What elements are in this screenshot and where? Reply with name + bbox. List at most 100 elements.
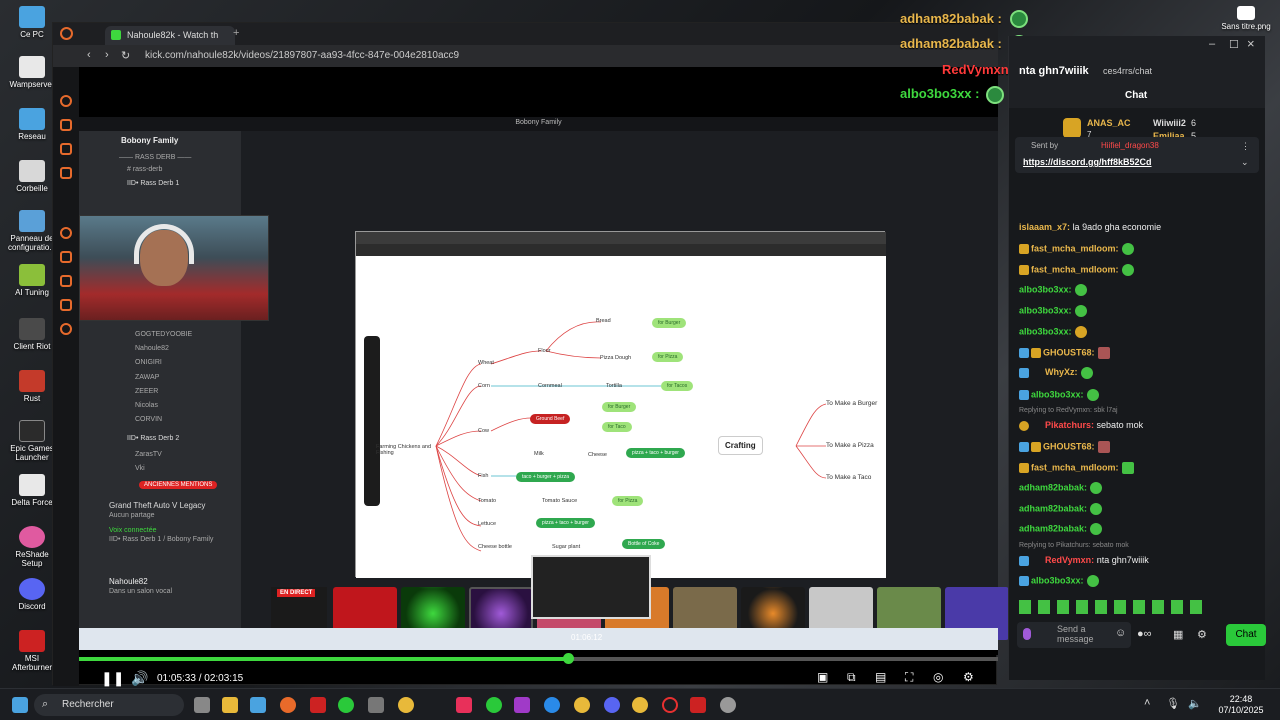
music-icon[interactable]	[456, 697, 472, 713]
desktop-icon-riot[interactable]: Client Riot	[6, 318, 58, 351]
desktop-icon-control-panel[interactable]: Panneau de configuratio...	[6, 210, 58, 252]
chrome-icon[interactable]	[398, 697, 414, 713]
pinboard-icon[interactable]	[60, 143, 72, 155]
app-icon[interactable]	[690, 697, 706, 713]
chevron-down-icon[interactable]: ⌄	[1241, 157, 1249, 168]
firefox-icon[interactable]	[280, 697, 296, 713]
more-icon[interactable]: ⋮	[1241, 141, 1250, 152]
chat-username[interactable]: WhyXz:	[1045, 367, 1078, 377]
progress-knob[interactable]	[562, 653, 574, 664]
chat-input[interactable]: Send a message ☺	[1017, 622, 1131, 648]
discord-taskbar-icon[interactable]	[604, 697, 620, 713]
player-icon[interactable]	[60, 227, 72, 239]
file-explorer-icon[interactable]	[222, 697, 238, 713]
opera-taskbar-icon[interactable]	[662, 697, 678, 713]
gift-icon[interactable]: ▦	[1173, 628, 1183, 641]
drawing-toolbar[interactable]	[364, 336, 380, 506]
desktop-icon-ai-tuning[interactable]: AI Tuning	[6, 264, 58, 297]
settings-gear-icon[interactable]: ⚙	[963, 670, 974, 684]
spotify-icon[interactable]	[486, 697, 502, 713]
desktop-icon-this-pc[interactable]: Ce PC	[6, 6, 58, 39]
chat-username[interactable]: fast_mcha_mdloom:	[1031, 264, 1119, 274]
mic-icon[interactable]	[1023, 628, 1031, 640]
fullscreen-icon[interactable]: ⛶	[905, 670, 913, 685]
taskbar-search[interactable]: ⌕ Rechercher	[34, 694, 184, 716]
wallet-icon[interactable]	[60, 119, 72, 131]
discord-voice-channel[interactable]: IID• Rass Derb 2	[127, 435, 179, 442]
opera-icon[interactable]	[60, 27, 73, 40]
chat-settings-icon[interactable]: ⚙	[1197, 628, 1207, 641]
desktop-icon-delta-force[interactable]: Delta Force	[6, 474, 58, 507]
app-icon[interactable]	[544, 697, 560, 713]
discord-channel[interactable]: # rass-derb	[127, 166, 162, 173]
start-icon[interactable]	[12, 697, 28, 713]
onenote-icon[interactable]	[514, 697, 530, 713]
chat-send-button[interactable]: Chat	[1226, 624, 1266, 646]
speaker-icon[interactable]: 🔈	[1188, 697, 1202, 710]
pinned-link[interactable]: https://discord.gg/hff8kB52Cd	[1023, 157, 1152, 167]
aria-icon[interactable]	[60, 95, 72, 107]
emote-bar[interactable]	[1019, 600, 1209, 614]
emoji-icon[interactable]: ☺	[1115, 627, 1126, 639]
pinned-message[interactable]: Sent by Hiifiel_dragon38 https://discord…	[1015, 137, 1259, 173]
chat-username[interactable]: albo3bo3xx:	[1031, 575, 1084, 585]
discord-voice-channel[interactable]: IID• Rass Derb 1	[127, 180, 179, 187]
app-icon[interactable]	[720, 697, 736, 713]
back-icon[interactable]: ‹	[87, 49, 91, 61]
chat-username[interactable]: RedVymxn:	[1045, 555, 1094, 565]
store-icon[interactable]	[250, 697, 266, 713]
pause-icon[interactable]: ❚❚	[101, 670, 124, 687]
chat-username[interactable]: adham82babak:	[1019, 523, 1087, 533]
tab-kick[interactable]: Nahoule82k - Watch th	[105, 26, 235, 45]
new-tab-icon[interactable]: +	[233, 27, 239, 39]
desktop-icon-reshade[interactable]: ReShade Setup	[6, 526, 58, 568]
clock[interactable]: 22:48 07/10/2025	[1210, 694, 1272, 716]
progress-bar[interactable]	[79, 653, 998, 664]
chevron-up-icon[interactable]: ˄	[1144, 697, 1150, 709]
desktop-icon-msi[interactable]: MSI Afterburner	[6, 630, 58, 672]
history-icon[interactable]	[60, 251, 72, 263]
chat-url[interactable]: ces4rrs/chat	[1103, 66, 1152, 76]
chat-username[interactable]: GHOUST68:	[1043, 441, 1095, 451]
desktop-icon-recycle-bin[interactable]: Corbeille	[6, 160, 58, 193]
theatre-icon[interactable]: ▣	[817, 670, 828, 684]
chat-username[interactable]: albo3bo3xx:	[1019, 305, 1072, 315]
chat-username[interactable]: Pikatchurs:	[1045, 420, 1094, 430]
chat-username[interactable]: albo3bo3xx:	[1031, 389, 1084, 399]
desktop-icon-epic[interactable]: Epic Games Launcher	[6, 420, 58, 462]
settings-app-icon[interactable]	[368, 697, 384, 713]
desktop-icon-rust[interactable]: Rust	[6, 370, 58, 403]
settings-icon[interactable]	[60, 323, 72, 335]
chat-username[interactable]: adham82babak:	[1019, 503, 1087, 513]
extensions-icon[interactable]	[60, 299, 72, 311]
url-field[interactable]: kick.com/nahoule82k/videos/21897807-aa93…	[145, 50, 459, 61]
video-player[interactable]: Bobony Family Bobony Family —— RASS DERB…	[79, 67, 1009, 686]
clock-icon[interactable]	[60, 275, 72, 287]
whatsapp-icon[interactable]	[338, 697, 354, 713]
chat-username[interactable]: fast_mcha_mdloom:	[1031, 462, 1119, 472]
task-view-icon[interactable]	[194, 697, 210, 713]
desktop-icon-wampserver[interactable]: Wampserver	[6, 56, 58, 89]
messenger-icon[interactable]	[60, 167, 72, 179]
pip-icon[interactable]: ▤	[875, 670, 886, 684]
chat-username[interactable]: albo3bo3xx:	[1019, 284, 1072, 294]
badges-icon[interactable]: ●∞	[1137, 628, 1152, 640]
minimize-icon[interactable]: –	[1209, 38, 1215, 50]
chat-username[interactable]: adham82babak:	[1019, 482, 1087, 492]
desktop-icon-discord[interactable]: Discord	[6, 578, 58, 611]
chrome-icon[interactable]	[632, 697, 648, 713]
mentions-button[interactable]: ANCIENNES MENTIONS	[139, 481, 218, 489]
maximize-icon[interactable]: ☐	[1229, 38, 1239, 51]
close-icon[interactable]: ×	[1247, 36, 1255, 51]
desktop-icon-sans-titre[interactable]: Sans titre.png	[1218, 6, 1274, 31]
chat-username[interactable]: fast_mcha_mdloom:	[1031, 243, 1119, 253]
app-icon[interactable]	[574, 697, 590, 713]
speed-icon[interactable]: ◎	[933, 670, 943, 684]
forward-icon[interactable]: ›	[105, 49, 109, 61]
chat-username[interactable]: albo3bo3xx:	[1019, 326, 1072, 336]
reload-icon[interactable]: ↻	[121, 49, 130, 62]
chat-username[interactable]: islaaam_x7:	[1019, 222, 1070, 232]
desktop-icon-network[interactable]: Reseau	[6, 108, 58, 141]
chat-username[interactable]: GHOUST68:	[1043, 347, 1095, 357]
mic-tray-icon[interactable]: 🎙	[1166, 697, 1180, 710]
